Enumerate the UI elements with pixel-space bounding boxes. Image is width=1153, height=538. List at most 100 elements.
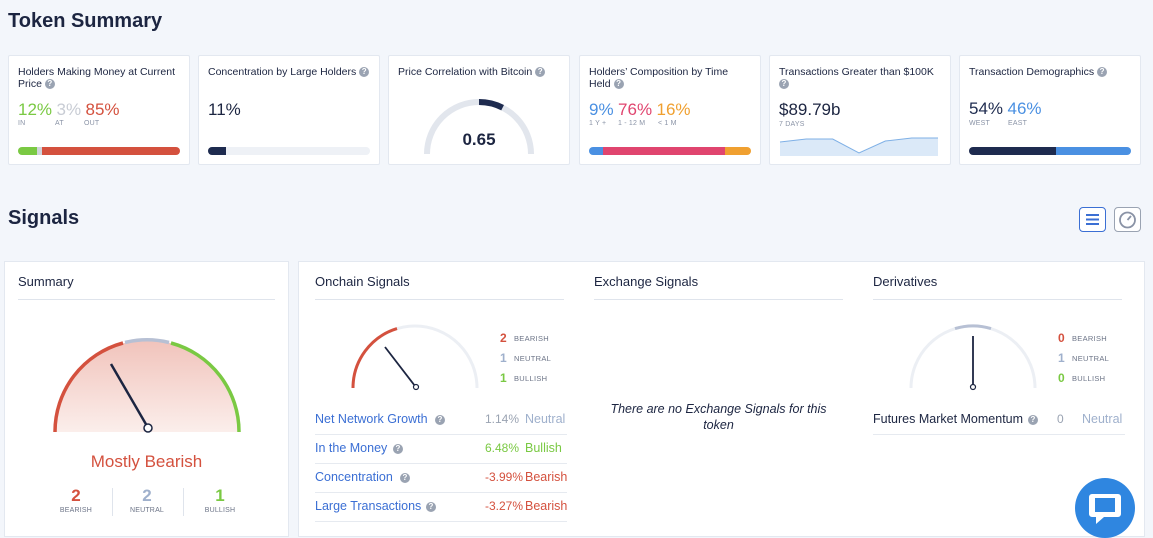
onchain-row-status: Bullish bbox=[525, 441, 562, 455]
out-segment bbox=[42, 147, 180, 155]
help-icon[interactable]: ? bbox=[1028, 415, 1038, 425]
correlation-card: Price Correlation with Bitcoin ? 0.65 bbox=[388, 55, 570, 165]
onchain-row-value: 6.48% bbox=[484, 441, 519, 455]
derivatives-row-status: Neutral bbox=[1082, 412, 1123, 426]
onchain-row-status: Bearish bbox=[525, 499, 568, 513]
concentration-bar bbox=[208, 147, 370, 155]
concentration-fill bbox=[208, 147, 226, 155]
demographics-title: Transaction Demographics bbox=[969, 66, 1095, 78]
summary-gauge bbox=[53, 338, 241, 433]
demographics-bar bbox=[969, 147, 1131, 155]
onchain-neutral-count: 1 bbox=[500, 351, 507, 365]
derivatives-bullish-count: 0 bbox=[1058, 371, 1065, 385]
derivatives-bearish-label: BEARISH bbox=[1072, 334, 1108, 343]
derivatives-neutral-arc bbox=[954, 324, 992, 331]
out-label: OUT bbox=[84, 120, 100, 127]
correlation-value: 0.65 bbox=[462, 130, 496, 149]
onchain-row-name[interactable]: Net Network Growth bbox=[315, 412, 428, 426]
summary-bearish-label: BEARISH bbox=[59, 507, 93, 514]
transactions-value: $89.79b bbox=[779, 100, 841, 119]
summary-panel: Summary Mostly Bearish 2 BEARISH 2 NEUTR… bbox=[4, 261, 289, 537]
help-icon[interactable]: ? bbox=[613, 79, 624, 90]
help-icon[interactable]: ? bbox=[400, 473, 410, 483]
onchain-row-status: Neutral bbox=[525, 412, 566, 426]
composition-l3: < 1 M bbox=[658, 120, 677, 127]
transactions-sparkline bbox=[779, 137, 938, 156]
at-value: 3% bbox=[56, 100, 82, 119]
derivatives-row-value: 0 bbox=[1057, 412, 1064, 426]
concentration-title: Concentration by Large Holders bbox=[208, 66, 357, 78]
composition-v2: 76% bbox=[618, 100, 653, 119]
onchain-row-value: 1.14% bbox=[484, 412, 519, 426]
onchain-bearish-arc bbox=[351, 327, 398, 389]
derivatives-title: Derivatives bbox=[873, 274, 938, 289]
transactions-period: 7 DAYS bbox=[779, 121, 805, 128]
east-segment bbox=[1056, 147, 1131, 155]
help-icon[interactable]: ? bbox=[535, 67, 546, 78]
holders-money-bar bbox=[18, 147, 180, 155]
derivatives-neutral-label: NEUTRAL bbox=[1072, 354, 1110, 363]
gauge-fill bbox=[478, 99, 504, 111]
help-icon[interactable]: ? bbox=[779, 79, 789, 90]
west-segment bbox=[969, 147, 1057, 155]
out-value: 85% bbox=[85, 100, 120, 119]
summary-bearish-count: 2 bbox=[71, 486, 81, 505]
holders-money-title: Holders Making Money at Current Price bbox=[18, 66, 175, 90]
signals-title: Signals bbox=[8, 207, 80, 229]
summary-verdict: Mostly Bearish bbox=[90, 452, 203, 471]
composition-title: Holders’ Composition by Time Held bbox=[589, 66, 729, 90]
onchain-bullish-count: 1 bbox=[500, 371, 507, 385]
composition-card: Holders’ Composition by Time Held ? 9% 7… bbox=[579, 55, 761, 165]
help-icon[interactable]: ? bbox=[44, 79, 55, 90]
correlation-title: Price Correlation with Bitcoin bbox=[398, 66, 533, 78]
onchain-row-value: -3.27% bbox=[484, 499, 523, 513]
help-icon[interactable]: ? bbox=[435, 415, 445, 425]
onchain-title: Onchain Signals bbox=[315, 274, 410, 289]
gauge-view-button[interactable] bbox=[1114, 207, 1141, 232]
help-icon[interactable]: ? bbox=[359, 67, 370, 78]
concentration-card: Concentration by Large Holders ? 11% bbox=[198, 55, 380, 165]
chat-widget-button[interactable] bbox=[1075, 478, 1135, 538]
onchain-row-name[interactable]: In the Money bbox=[315, 441, 387, 455]
in-segment bbox=[18, 147, 38, 155]
chat-bubble-icon bbox=[1089, 494, 1121, 524]
onchain-row-name[interactable]: Large Transactions bbox=[315, 499, 421, 513]
onchain-bullish-label: BULLISH bbox=[514, 374, 548, 383]
list-view-button[interactable] bbox=[1079, 207, 1106, 232]
transactions-card: Transactions Greater than $100K ? $89.79… bbox=[769, 55, 951, 165]
summary-panel-title: Summary bbox=[18, 274, 74, 289]
onchain-neutral-label: NEUTRAL bbox=[514, 354, 552, 363]
onchain-gauge bbox=[351, 324, 479, 391]
east-label: EAST bbox=[1008, 120, 1028, 127]
help-icon[interactable]: ? bbox=[393, 444, 403, 454]
summary-bullish-count: 1 bbox=[215, 486, 225, 505]
onchain-needle bbox=[384, 346, 416, 387]
composition-v1: 9% bbox=[589, 100, 614, 119]
at-label: AT bbox=[55, 120, 64, 127]
gauge-area bbox=[55, 340, 239, 432]
summary-neutral-count: 2 bbox=[142, 486, 152, 505]
composition-seg-2 bbox=[603, 147, 726, 155]
composition-seg-3 bbox=[725, 147, 751, 155]
onchain-bearish-count: 2 bbox=[500, 331, 507, 345]
signals-panel: Onchain Signals 2 BEARISH 1 NEUTRAL 1 BU… bbox=[298, 261, 1145, 537]
derivatives-bullish-label: BULLISH bbox=[1072, 374, 1106, 383]
west-value: 54% bbox=[969, 99, 1004, 118]
onchain-bearish-label: BEARISH bbox=[514, 334, 550, 343]
composition-l1: 1 Y + bbox=[589, 120, 607, 127]
help-icon[interactable]: ? bbox=[1097, 67, 1108, 78]
composition-bar bbox=[589, 147, 751, 155]
composition-v3: 16% bbox=[656, 100, 691, 119]
transactions-title: Transactions Greater than $100K bbox=[779, 66, 934, 78]
concentration-value: 11% bbox=[208, 100, 241, 119]
in-value: 12% bbox=[18, 100, 53, 119]
onchain-row-status: Bearish bbox=[525, 470, 568, 484]
help-icon[interactable]: ? bbox=[426, 502, 436, 512]
west-label: WEST bbox=[969, 120, 991, 127]
page-title: Token Summary bbox=[8, 10, 163, 32]
onchain-row-name[interactable]: Concentration bbox=[315, 470, 393, 484]
derivatives-gauge bbox=[909, 324, 1037, 391]
onchain-row-value: -3.99% bbox=[484, 470, 523, 484]
holders-money-card: Holders Making Money at Current Price ? … bbox=[8, 55, 190, 165]
derivatives-row-name[interactable]: Futures Market Momentum bbox=[873, 412, 1023, 426]
